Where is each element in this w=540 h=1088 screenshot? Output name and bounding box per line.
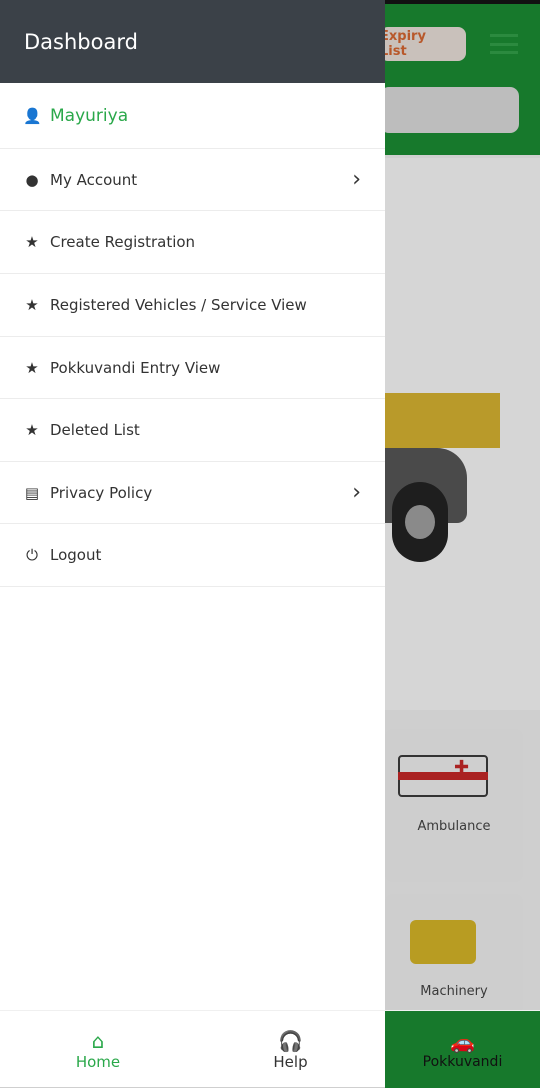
user-profile-row: 👤 Mayuriya	[0, 84, 385, 149]
search-input[interactable]	[380, 87, 519, 133]
chevron-right-icon: ›	[352, 167, 361, 192]
star-icon: ★	[25, 296, 39, 314]
menu-label: Create Registration	[50, 233, 196, 251]
headphones-icon: 🎧	[278, 1028, 303, 1053]
ambulance-stripe	[398, 772, 488, 780]
menu-item-pokkuvandi-entry[interactable]: ★ Pokkuvandi Entry View	[0, 337, 385, 399]
menu-label: Deleted List	[50, 421, 140, 439]
nav-label: Home	[75, 1052, 121, 1071]
nav-label: Help	[273, 1052, 308, 1071]
menu-item-logout[interactable]: ⏻ Logout	[0, 524, 385, 587]
user-icon: ●	[25, 170, 39, 189]
nav-pokkuvandi[interactable]: 🚗 Pokkuvandi	[385, 1011, 540, 1088]
car-icon: 🚗	[450, 1029, 475, 1054]
menu-item-privacy-policy[interactable]: ▤ Privacy Policy ›	[0, 462, 385, 524]
user-tie-icon: 👤	[23, 107, 42, 125]
user-name: Mayuriya	[50, 106, 129, 126]
ambulance-card[interactable]: Ambulance	[385, 729, 523, 882]
machinery-icon	[410, 920, 476, 964]
card-label: Ambulance	[417, 819, 491, 834]
red-cross-icon: ✚	[454, 757, 470, 778]
menu-item-create-registration[interactable]: ★ Create Registration	[0, 211, 385, 274]
menu-item-my-account[interactable]: ● My Account ›	[0, 149, 385, 211]
expiry-list-button[interactable]: Expiry List	[380, 27, 466, 61]
nav-help[interactable]: 🎧 Help	[196, 1011, 385, 1088]
drawer-title: Dashboard	[0, 0, 385, 83]
menu-item-deleted-list[interactable]: ★ Deleted List	[0, 399, 385, 462]
truck-hub	[405, 505, 435, 539]
menu-label: Logout	[50, 546, 102, 564]
menu-label: Privacy Policy	[50, 483, 153, 502]
home-icon: ⌂	[91, 1028, 105, 1053]
star-icon: ★	[25, 233, 39, 251]
power-icon: ⏻	[26, 546, 38, 564]
menu-label: Registered Vehicles / Service View	[50, 296, 307, 314]
menu-label: My Account	[50, 170, 138, 189]
nav-home[interactable]: ⌂ Home	[0, 1011, 196, 1088]
nav-label: Pokkuvandi	[422, 1053, 503, 1070]
menu-icon[interactable]	[490, 34, 518, 54]
star-icon: ★	[25, 421, 39, 439]
truck-image	[385, 393, 500, 448]
star-icon: ★	[25, 358, 39, 377]
card-label: Machinery	[420, 984, 488, 999]
bottom-nav: ⌂ Home 🎧 Help 🚗 Pokkuvandi	[0, 1010, 540, 1088]
chevron-right-icon: ›	[352, 480, 361, 505]
navigation-drawer: Dashboard 👤 Mayuriya ● My Account › ★ Creat…	[0, 0, 385, 1087]
menu-label: Pokkuvandi Entry View	[50, 358, 221, 377]
menu-item-registered-vehicles[interactable]: ★ Registered Vehicles / Service View	[0, 274, 385, 337]
document-icon: ▤	[24, 483, 40, 502]
